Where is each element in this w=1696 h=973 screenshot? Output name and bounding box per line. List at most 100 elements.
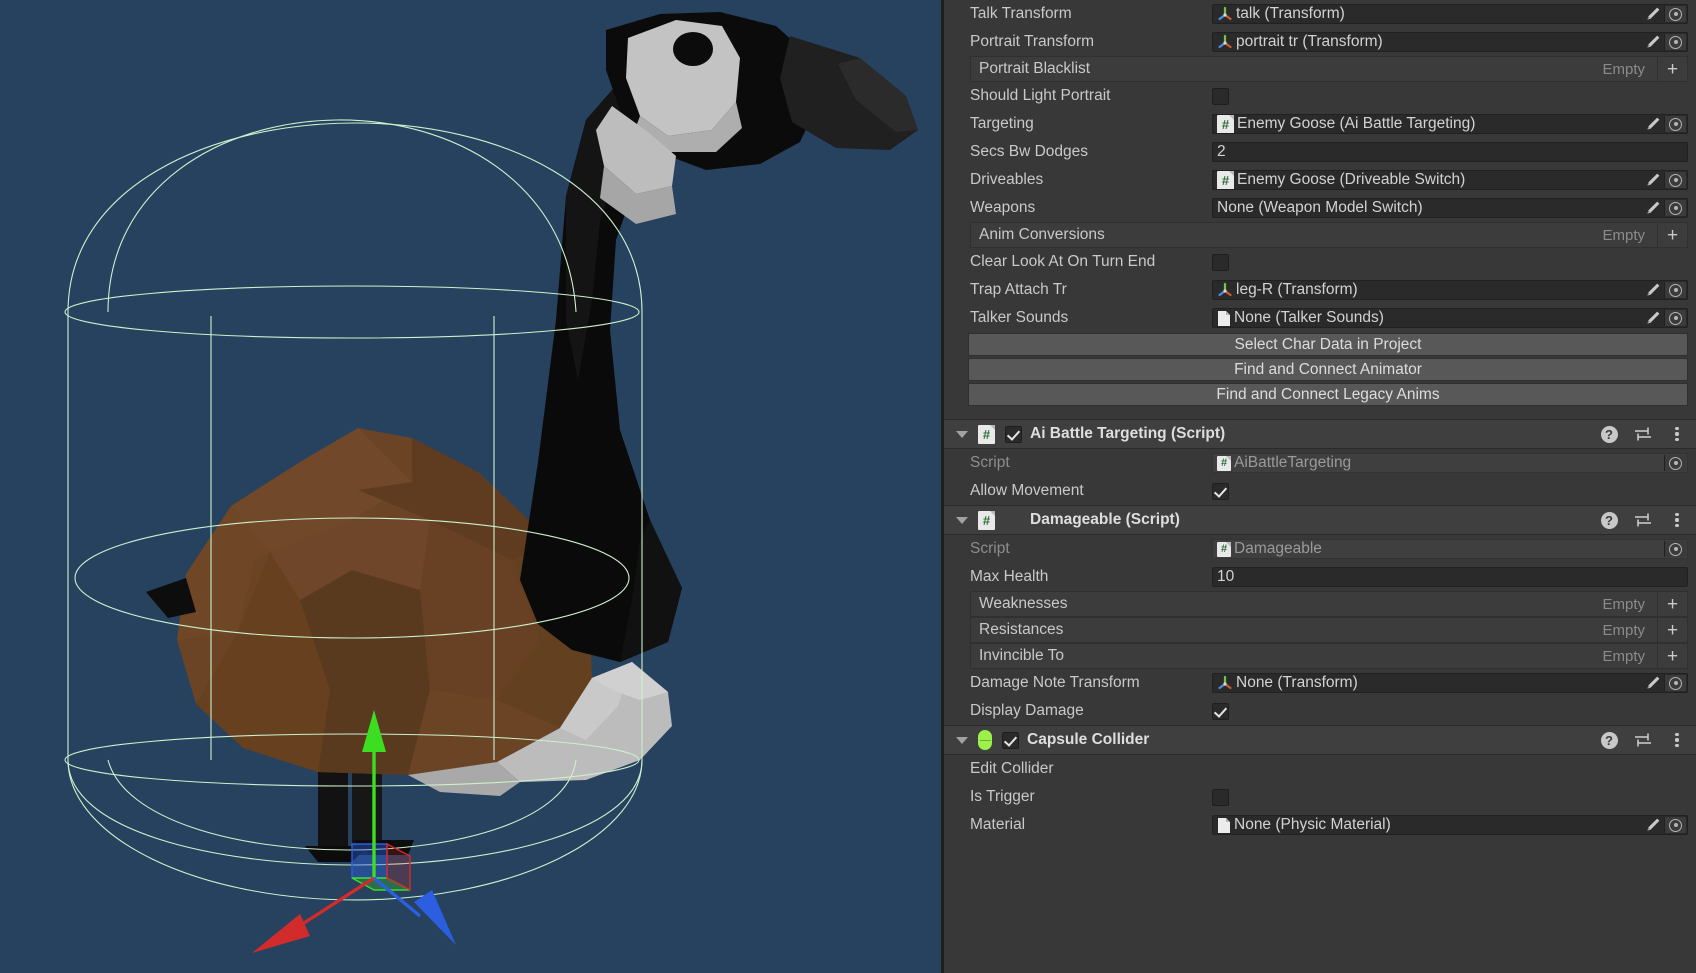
list-empty-label: Empty [1602,595,1645,613]
component-enable-checkbox[interactable] [1005,425,1022,443]
object-reference-field[interactable]: None (Physic Material) [1212,815,1688,835]
list-field-row[interactable]: Resistances Empty + [970,617,1688,643]
list-add-button[interactable]: + [1657,592,1687,616]
edit-pencil-icon[interactable] [1645,200,1661,216]
object-picker-icon[interactable] [1664,675,1686,691]
component-title: Damageable (Script) [1030,511,1180,528]
checkbox-allow-movement[interactable] [1212,482,1229,500]
object-picker-icon[interactable] [1664,172,1686,188]
object-picker-icon[interactable] [1664,817,1686,833]
edit-pencil-icon[interactable] [1645,675,1661,691]
component-header[interactable]: # Damageable (Script)? [944,505,1696,535]
object-reference-field[interactable]: portrait tr (Transform) [1212,32,1688,52]
property-row: Max Health 10 [944,563,1696,591]
object-reference-field[interactable]: leg-R (Transform) [1212,280,1688,300]
help-icon[interactable]: ? [1600,731,1618,749]
property-row: Damage Note Transform None (Transform) [944,669,1696,697]
picker-dot [1669,117,1682,131]
object-reference-field[interactable]: None (Weapon Model Switch) [1212,198,1688,218]
field-icon-wrap [1217,282,1233,298]
component-header[interactable]: # Ai Battle Targeting (Script)? [944,419,1696,449]
preset-icon[interactable] [1634,731,1652,749]
field-icon-wrap: # [1217,171,1234,189]
list-field-row[interactable]: Weaknesses Empty + [970,591,1688,617]
kebab-menu-icon[interactable] [1668,425,1686,443]
checkbox-display-damage[interactable] [1212,702,1229,720]
help-glyph: ? [1600,731,1618,749]
foldout-arrow-icon[interactable] [956,736,968,744]
object-reference-field[interactable]: None (Talker Sounds) [1212,308,1688,328]
property-label: Driveables [970,171,1044,188]
property-label: Display Damage [970,702,1084,719]
list-add-button[interactable]: + [1657,644,1687,668]
foldout-arrow-icon[interactable] [956,516,968,524]
component-enable-checkbox[interactable] [1002,731,1019,749]
object-reference-field[interactable]: # Enemy Goose (Ai Battle Targeting) [1212,114,1688,134]
edit-pencil-icon[interactable] [1645,34,1661,50]
foldout-arrow-icon[interactable] [956,430,968,438]
transform-icon [1218,675,1232,690]
list-add-button[interactable]: + [1657,618,1687,642]
edit-pencil-icon[interactable] [1645,116,1661,132]
object-picker-icon[interactable] [1664,6,1686,22]
object-picker-icon[interactable] [1664,455,1686,471]
edit-pencil-icon[interactable] [1645,6,1661,22]
property-row: Display Damage [944,697,1696,725]
checkbox-clear-look-at-on-turn-end[interactable] [1212,253,1229,271]
object-reference-field[interactable]: # Damageable [1212,539,1688,559]
action-button[interactable]: Select Char Data in Project [968,333,1688,356]
object-reference-field[interactable]: talk (Transform) [1212,4,1688,24]
list-add-button[interactable]: + [1657,223,1687,247]
object-reference-field[interactable]: # Enemy Goose (Driveable Switch) [1212,170,1688,190]
script-icon: # [1217,541,1231,557]
object-picker-icon[interactable] [1664,541,1686,557]
picker-dot [1669,456,1682,470]
checkbox-is-trigger[interactable] [1212,788,1229,806]
action-button[interactable]: Find and Connect Legacy Anims [968,383,1688,406]
list-field-row[interactable]: Anim Conversions Empty + [970,222,1688,248]
kebab-menu-icon[interactable] [1668,511,1686,529]
property-label: Material [970,816,1026,833]
kebab-dot [1675,732,1679,736]
property-label: Weapons [970,199,1036,216]
edit-pencil-icon[interactable] [1645,817,1661,833]
property-row: Secs Bw Dodges 2 [944,138,1696,166]
property-row: Should Light Portrait [944,82,1696,110]
component-header-icons: ? [1600,726,1686,754]
object-picker-icon[interactable] [1664,116,1686,132]
help-icon[interactable]: ? [1600,511,1618,529]
field-value: Enemy Goose (Driveable Switch) [1237,171,1466,188]
property-row: Targeting # Enemy Goose (Ai Battle Targeti… [944,110,1696,138]
object-reference-field[interactable]: # AiBattleTargeting [1212,453,1688,473]
scene-view[interactable] [0,0,941,973]
property-row: Is Trigger [944,783,1696,811]
object-reference-field[interactable]: None (Transform) [1212,673,1688,693]
object-picker-icon[interactable] [1664,34,1686,50]
list-add-button[interactable]: + [1657,57,1687,81]
list-field-row[interactable]: Portrait Blacklist Empty + [970,56,1688,82]
kebab-menu-icon[interactable] [1668,731,1686,749]
edit-pencil-icon[interactable] [1645,172,1661,188]
property-label: Script [970,540,1010,557]
property-label: Talker Sounds [970,309,1069,326]
preset-icon[interactable] [1634,425,1652,443]
list-field-row[interactable]: Invincible To Empty + [970,643,1688,669]
number-field[interactable]: 10 [1212,567,1688,587]
edit-pencil-icon[interactable] [1645,310,1661,326]
field-value: None (Talker Sounds) [1234,309,1384,326]
field-icon-wrap: # [1217,455,1231,471]
edit-pencil-icon[interactable] [1645,282,1661,298]
component-header[interactable]: Capsule Collider? [944,725,1696,755]
property-row: Trap Attach Tr leg-R (Transform) [944,276,1696,304]
preset-icon[interactable] [1634,511,1652,529]
number-field[interactable]: 2 [1212,142,1688,162]
action-button[interactable]: Find and Connect Animator [968,358,1688,381]
object-picker-icon[interactable] [1664,282,1686,298]
checkbox-should-light-portrait[interactable] [1212,87,1229,105]
object-picker-icon[interactable] [1664,310,1686,326]
help-icon[interactable]: ? [1600,425,1618,443]
inspector-panel[interactable]: Talk Transform talk (Transform) Portrait T… [941,0,1696,973]
object-picker-icon[interactable] [1664,200,1686,216]
list-field-label: Weaknesses [979,595,1068,612]
field-icon-wrap [1217,310,1231,327]
